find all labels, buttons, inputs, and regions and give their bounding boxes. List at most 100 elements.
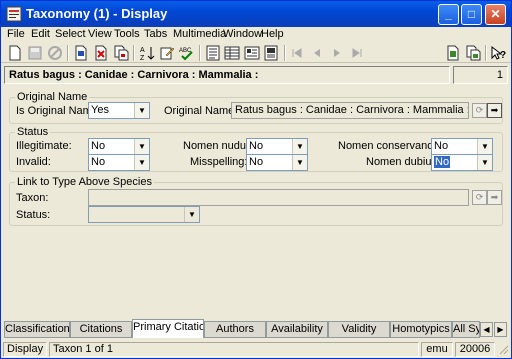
menu-edit[interactable]: Edit	[31, 28, 50, 40]
status-count: 20006	[455, 342, 495, 357]
title-bar[interactable]: Taxonomy (1) - Display _ □ ✕	[1, 1, 511, 27]
attach-icon[interactable]	[445, 45, 461, 61]
nomen-dubium-value: No	[434, 156, 451, 168]
copy-record-icon[interactable]	[113, 45, 129, 61]
menu-multimedia[interactable]: Multimedia	[173, 28, 226, 40]
first-record-icon[interactable]	[289, 45, 305, 61]
nomen-nudum-select[interactable]: No ▼	[246, 138, 308, 155]
lookup-icon[interactable]: ⟳	[472, 103, 487, 118]
svg-text:Z: Z	[140, 55, 145, 61]
new-document-icon[interactable]	[7, 45, 23, 61]
toolbar-separator	[284, 45, 286, 61]
toolbar-separator	[485, 45, 487, 61]
nomen-dubium-select[interactable]: No ▼	[431, 154, 493, 171]
toolbar: AZ ABC ?	[1, 43, 511, 63]
contact-sheet-icon[interactable]	[263, 45, 279, 61]
resize-grip-icon[interactable]	[497, 343, 509, 356]
nomen-nudum-value: No	[249, 140, 264, 152]
tab-validity[interactable]: Validity	[328, 321, 390, 338]
taxon-label: Taxon:	[16, 192, 49, 204]
link-type-group: Link to Type Above Species Taxon: ⟳ ➡ St…	[9, 176, 503, 226]
tab-citations[interactable]: Citations	[70, 321, 132, 338]
window-title: Taxonomy (1) - Display	[26, 6, 168, 21]
tab-all-synonyms[interactable]: All Sy	[452, 321, 480, 338]
minimize-button[interactable]: _	[438, 4, 459, 25]
status-mode: Display	[3, 342, 47, 357]
misspelling-select[interactable]: No ▼	[246, 154, 308, 171]
menu-file[interactable]: File	[7, 28, 25, 40]
svg-text:A: A	[140, 47, 145, 54]
menu-tools[interactable]: Tools	[114, 28, 140, 40]
is-original-name-select[interactable]: Yes ▼	[88, 102, 150, 119]
app-icon	[6, 6, 22, 22]
illegitimate-value: No	[91, 140, 106, 152]
chevron-down-icon: ▼	[134, 103, 149, 118]
original-name-group-title: Original Name	[15, 91, 90, 103]
report-icon[interactable]	[465, 45, 481, 61]
menu-bar: File Edit Select View Tools Tabs Multime…	[1, 27, 511, 43]
tab-homotypics[interactable]: Homotypics	[390, 321, 452, 338]
taxon-field[interactable]	[88, 189, 469, 206]
tab-classification[interactable]: Classification	[4, 321, 70, 338]
tab-scroll-left-icon[interactable]: ◀	[480, 322, 493, 337]
tab-scroll-right-icon[interactable]: ▶	[494, 322, 507, 337]
invalid-select[interactable]: No ▼	[88, 154, 150, 171]
svg-text:?: ?	[500, 50, 506, 61]
menu-view[interactable]: View	[88, 28, 112, 40]
status-bar: Display Taxon 1 of 1 emu 20006	[1, 341, 511, 358]
status-position: Taxon 1 of 1	[49, 342, 419, 357]
close-button[interactable]: ✕	[485, 4, 506, 25]
list-view-icon[interactable]	[224, 45, 240, 61]
attach-link-icon[interactable]: ➡	[487, 190, 502, 205]
original-name-group: Original Name Is Original Name? Yes ▼ Or…	[9, 91, 503, 124]
menu-help[interactable]: Help	[261, 28, 284, 40]
tab-authors[interactable]: Authors	[204, 321, 266, 338]
save-icon[interactable]	[27, 45, 43, 61]
lookup-icon[interactable]: ⟳	[472, 190, 487, 205]
illegitimate-label: Illegitimate:	[16, 140, 72, 152]
cancel-icon[interactable]	[47, 45, 63, 61]
toolbar-separator	[199, 45, 201, 61]
delete-record-icon[interactable]	[93, 45, 109, 61]
toolbar-separator	[67, 45, 69, 61]
nomen-conservandum-select[interactable]: No ▼	[431, 138, 493, 155]
chevron-down-icon: ▼	[292, 155, 307, 170]
status-group-title: Status	[15, 126, 51, 138]
misspelling-label: Misspelling:	[190, 156, 248, 168]
last-record-icon[interactable]	[349, 45, 365, 61]
chevron-down-icon: ▼	[292, 139, 307, 154]
chevron-down-icon: ▼	[477, 139, 492, 154]
type-status-select[interactable]: ▼	[88, 206, 200, 223]
next-record-icon[interactable]	[329, 45, 345, 61]
chevron-down-icon: ▼	[134, 139, 149, 154]
spellcheck-icon[interactable]: ABC	[179, 45, 195, 61]
link-type-group-title: Link to Type Above Species	[15, 176, 154, 188]
menu-window[interactable]: Window	[223, 28, 262, 40]
menu-select[interactable]: Select	[55, 28, 86, 40]
new-record-icon[interactable]	[73, 45, 89, 61]
maximize-button[interactable]: □	[461, 4, 482, 25]
record-header: Ratus bagus : Canidae : Carnivora : Mamm…	[4, 66, 508, 84]
details-view-icon[interactable]	[205, 45, 221, 61]
chevron-down-icon: ▼	[134, 155, 149, 170]
record-number: 1	[453, 66, 508, 84]
tab-primary-citation[interactable]: Primary Citation	[132, 319, 204, 338]
original-name-is-field[interactable]: Ratus bagus : Canidae : Carnivora : Mamm…	[231, 102, 469, 119]
attach-link-icon[interactable]: ➡	[487, 103, 502, 118]
taxonomy-window: Taxonomy (1) - Display _ □ ✕ File Edit S…	[0, 0, 512, 359]
edit-icon[interactable]	[159, 45, 175, 61]
menu-tabs[interactable]: Tabs	[144, 28, 167, 40]
context-help-icon[interactable]: ?	[490, 45, 506, 61]
nomen-conservandum-value: No	[434, 140, 449, 152]
invalid-label: Invalid:	[16, 156, 51, 168]
type-status-label: Status:	[16, 209, 51, 221]
tab-availability[interactable]: Availability	[266, 321, 328, 338]
previous-record-icon[interactable]	[309, 45, 325, 61]
status-user: emu	[421, 342, 453, 357]
sort-icon[interactable]: AZ	[139, 45, 155, 62]
tab-strip: Classification Citations Primary Citatio…	[4, 319, 509, 338]
page-view-icon[interactable]	[244, 45, 260, 61]
chevron-down-icon: ▼	[184, 207, 199, 222]
status-group: Status Illegitimate: No ▼ Invalid: No ▼ …	[9, 126, 503, 172]
illegitimate-select[interactable]: No ▼	[88, 138, 150, 155]
